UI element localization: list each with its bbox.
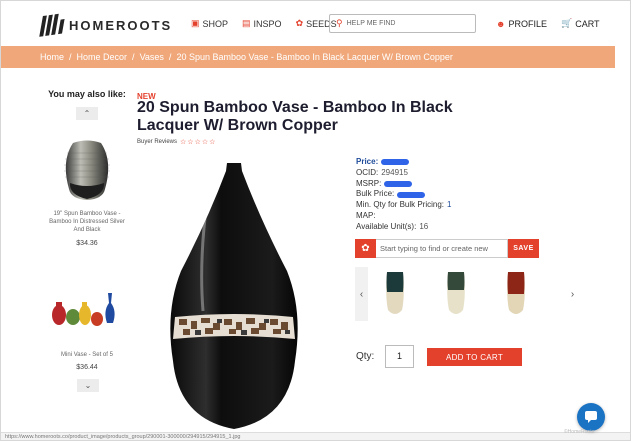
logo-text: HOMEROOTS (69, 17, 173, 33)
product-image[interactable] (169, 161, 299, 431)
breadcrumb-home[interactable]: Home (40, 52, 64, 62)
price-value-redacted (381, 159, 410, 166)
watermark: ©HomeRoots (564, 429, 595, 435)
bulk-price-label: Bulk Price: (356, 189, 395, 199)
ocid-value: 294915 (381, 167, 408, 177)
chevron-right-icon: › (570, 288, 575, 300)
bulk-price-value-redacted (397, 191, 426, 198)
variant-thumbnail[interactable] (445, 270, 467, 318)
nav-shop[interactable]: ▣ SHOP (191, 18, 228, 29)
chevron-down-icon: ⌄ (84, 381, 92, 390)
available-value: 16 (419, 221, 429, 231)
cart-label: CART (575, 18, 600, 29)
bag-icon: ▣ (191, 18, 200, 28)
main-nav: ▣ SHOP ▤ INSPO ✿ SEEDS (191, 18, 337, 29)
logo-mark-icon (37, 11, 65, 38)
rating-stars: ☆☆☆☆☆ (180, 139, 217, 146)
cart-icon: 🛒 (561, 18, 573, 28)
msrp-row: MSRP: (356, 179, 451, 190)
book-icon: ▤ (242, 18, 251, 28)
profile-link[interactable]: ☻ PROFILE (496, 18, 547, 29)
chat-bubble-icon (585, 411, 597, 423)
buyer-reviews[interactable]: Buyer Reviews ☆☆☆☆☆ (137, 138, 216, 146)
chevron-up-icon: ⌃ (83, 109, 91, 118)
price-row: Price: (356, 157, 451, 168)
search-box: ⚲ (329, 14, 476, 33)
msrp-value-redacted (384, 180, 413, 187)
sidebar-up-button[interactable]: ⌃ (76, 107, 98, 120)
variant-thumbnail[interactable] (384, 270, 406, 318)
breadcrumb-current: 20 Spun Bamboo Vase - Bamboo In Black La… (176, 52, 453, 62)
site-logo[interactable]: HOMEROOTS (39, 13, 172, 37)
carousel-next-button[interactable]: › (566, 267, 579, 321)
profile-label: PROFILE (508, 18, 547, 29)
related-product-price: $36.44 (76, 364, 98, 371)
related-sidebar: You may also like: ⌃ 19" Spun Bamboo Vas… (37, 89, 137, 247)
map-row: MAP: (356, 211, 451, 222)
save-to-board: ✿ SAVE (355, 239, 539, 258)
map-label: MAP: (356, 210, 376, 220)
breadcrumb-separator: / (168, 52, 172, 62)
carousel-prev-button[interactable]: ‹ (355, 267, 368, 321)
quantity-label: Qty: (356, 351, 375, 362)
save-button[interactable]: SAVE (508, 239, 539, 258)
price-label: Price: (356, 157, 379, 166)
min-qty-label: Min. Qty for Bulk Pricing: (356, 200, 445, 210)
breadcrumb-home-decor[interactable]: Home Decor (77, 52, 128, 62)
leaf-icon: ✿ (355, 239, 376, 258)
product-info: Price: OCID: 294915 MSRP: Bulk Price: Mi… (356, 157, 451, 233)
nav-inspo[interactable]: ▤ INSPO (242, 18, 282, 29)
site-header: HOMEROOTS ▣ SHOP ▤ INSPO ✿ SEEDS ⚲ ☻ PRO… (1, 1, 630, 45)
search-icon: ⚲ (336, 18, 343, 28)
ocid-label: OCID: (356, 167, 379, 177)
cart-link[interactable]: 🛒 CART (561, 18, 600, 29)
leaf-icon: ✿ (295, 18, 304, 28)
chevron-left-icon: ‹ (359, 288, 364, 300)
add-to-cart-button[interactable]: ADD TO CART (427, 348, 522, 366)
board-search-input[interactable] (376, 239, 508, 258)
breadcrumb: Home / Home Decor / Vases / 20 Spun Bamb… (1, 46, 615, 68)
nav-shop-label: SHOP (202, 18, 229, 29)
breadcrumb-vases[interactable]: Vases (140, 52, 164, 62)
bulk-price-row: Bulk Price: (356, 189, 451, 200)
reviews-label: Buyer Reviews (137, 139, 178, 145)
related-product-image[interactable] (51, 289, 121, 327)
quantity-input[interactable]: 1 (385, 345, 414, 368)
msrp-label: MSRP: (356, 178, 382, 188)
search-input[interactable] (346, 20, 465, 27)
user-icon: ☻ (496, 18, 506, 29)
breadcrumb-separator: / (69, 52, 72, 62)
account-nav: ☻ PROFILE 🛒 CART (496, 18, 600, 29)
sidebar-title: You may also like: (48, 89, 126, 99)
min-qty-value: 1 (447, 200, 452, 210)
browser-status-url: https://www.homeroots.co/product_image/p… (1, 432, 630, 440)
related-product-price: $34.36 (76, 240, 98, 247)
related-product-name[interactable]: 19" Spun Bamboo Vase - Bamboo In Distres… (37, 210, 137, 234)
available-row: Available Unit(s): 16 (356, 222, 451, 233)
product-title: 20 Spun Bamboo Vase - Bamboo In Black La… (137, 99, 453, 134)
nav-inspo-label: INSPO (253, 18, 282, 29)
min-qty-row: Min. Qty for Bulk Pricing: 1 (356, 200, 451, 211)
variant-thumbnail[interactable] (505, 270, 527, 318)
available-label: Available Unit(s): (356, 221, 417, 231)
sidebar-down-button[interactable]: ⌄ (77, 379, 99, 392)
breadcrumb-separator: / (132, 52, 135, 62)
variant-carousel: ‹ › (355, 267, 579, 321)
ocid-row: OCID: 294915 (356, 168, 451, 179)
related-product-image[interactable] (59, 139, 115, 201)
related-product-name[interactable]: Mini Vase - Set of 5 (37, 352, 137, 358)
browser-viewport: HOMEROOTS ▣ SHOP ▤ INSPO ✿ SEEDS ⚲ ☻ PRO… (0, 0, 631, 441)
chat-button[interactable] (577, 403, 605, 431)
